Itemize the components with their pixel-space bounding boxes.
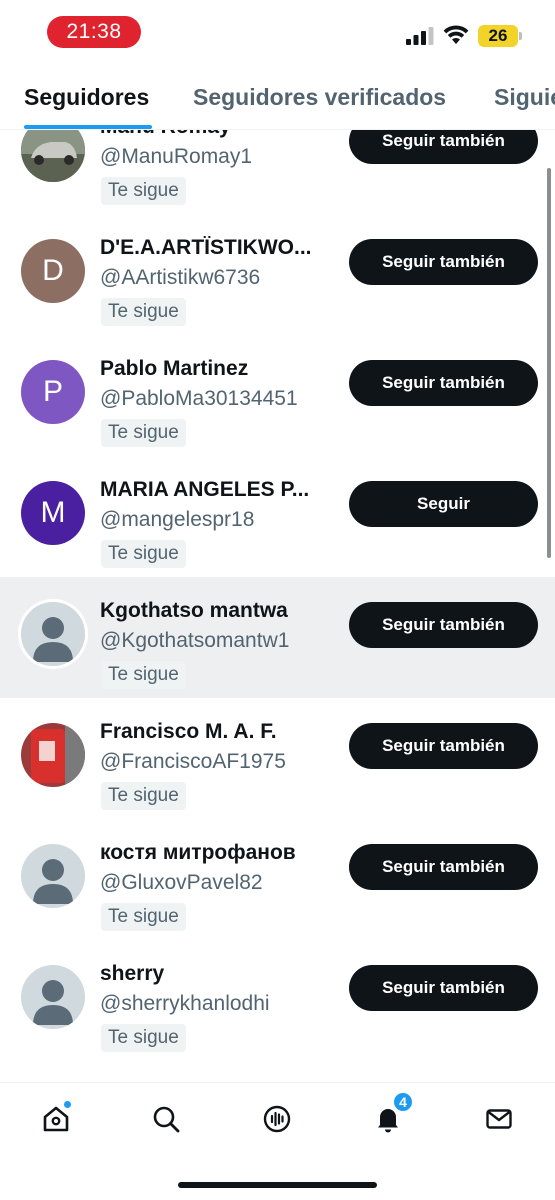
followers-tabs: Seguidores Seguidores verificados Siguie <box>0 66 555 130</box>
avatar-letter: M <box>40 496 66 529</box>
avatar-letter: P <box>42 375 63 408</box>
list-item[interactable]: D D'E.A.ARTÏSTIKWO... @AArtistikw6736 Te… <box>0 224 555 345</box>
follow-back-button[interactable]: Seguir también <box>349 239 538 285</box>
scrollbar[interactable] <box>547 168 551 558</box>
avatar[interactable] <box>21 130 85 182</box>
follower-name[interactable]: sherry <box>100 962 340 986</box>
follower-handle: @mangelespr18 <box>100 508 255 531</box>
follow-back-button[interactable]: Seguir también <box>349 360 538 406</box>
photo-red-icon <box>21 723 85 787</box>
follower-handle: @ManuRomay1 <box>100 145 253 168</box>
messages-icon <box>486 1109 512 1129</box>
follower-handle: @Kgothatsomantw1 <box>100 629 290 652</box>
avatar[interactable]: P <box>21 360 85 424</box>
spaces-icon <box>263 1105 291 1133</box>
follow-back-button[interactable]: Seguir también <box>349 602 538 648</box>
default-avatar-icon <box>21 602 85 666</box>
default-avatar-icon <box>21 844 85 908</box>
follower-handle: @GluxovPavel82 <box>100 871 263 894</box>
followers-list[interactable]: Manu Romay @ManuRomay1 Te sigue Seguir t… <box>0 130 555 1082</box>
follower-handle: @FranciscoAF1975 <box>100 750 286 773</box>
avatar[interactable] <box>21 723 85 787</box>
follows-you-badge: Te sigue <box>101 177 186 205</box>
battery-indicator: 26 <box>478 25 522 47</box>
tab-siguiendo[interactable]: Siguie <box>494 84 555 111</box>
follower-handle: @sherrykhanlodhi <box>100 992 270 1015</box>
follower-name[interactable]: Pablo Martinez <box>100 357 340 381</box>
avatar[interactable]: D <box>21 239 85 303</box>
avatar[interactable] <box>21 965 85 1029</box>
follower-name[interactable]: Francisco M. A. F. <box>100 720 340 744</box>
list-item-highlighted[interactable]: Kgothatso mantwa @Kgothatsomantw1 Te sig… <box>0 577 555 698</box>
tab-seguidores-verificados[interactable]: Seguidores verificados <box>193 84 446 111</box>
nav-messages[interactable] <box>481 1101 517 1137</box>
follows-you-badge: Te sigue <box>101 661 186 689</box>
follow-back-button[interactable]: Seguir también <box>349 723 538 769</box>
follower-handle: @PabloMa30134451 <box>100 387 298 410</box>
list-item[interactable]: Francisco M. A. F. @FranciscoAF1975 Te s… <box>0 708 555 829</box>
follows-you-badge: Te sigue <box>101 419 186 447</box>
follower-name[interactable]: D'E.A.ARTÏSTIKWO... <box>100 236 340 260</box>
nav-search[interactable] <box>148 1101 184 1137</box>
nav-home[interactable] <box>38 1100 74 1137</box>
list-item[interactable]: P Pablo Martinez @PabloMa30134451 Te sig… <box>0 345 555 466</box>
avatar-letter: D <box>42 254 64 287</box>
list-item[interactable]: M MARIA ANGELES P... @mangelespr18 Te si… <box>0 466 555 587</box>
follows-you-badge: Te sigue <box>101 903 186 931</box>
follower-name[interactable]: костя митрофанов <box>100 841 340 865</box>
nav-spaces[interactable] <box>259 1101 295 1137</box>
wifi-icon <box>443 25 469 44</box>
active-tab-indicator <box>24 125 152 129</box>
list-item[interactable]: Manu Romay @ManuRomay1 Te sigue Seguir t… <box>0 130 555 224</box>
follower-handle: @AArtistikw6736 <box>100 266 261 289</box>
tab-seguidores[interactable]: Seguidores <box>24 84 149 111</box>
follower-name[interactable]: Kgothatso mantwa <box>100 599 340 623</box>
search-icon <box>153 1106 180 1133</box>
follow-back-button[interactable]: Seguir también <box>349 130 538 164</box>
list-item[interactable]: костя митрофанов @GluxovPavel82 Te sigue… <box>0 829 555 950</box>
follows-you-badge: Te sigue <box>101 298 186 326</box>
follower-name[interactable]: MARIA ANGELES P... <box>100 478 340 502</box>
status-bar: 21:38 26 <box>0 0 555 66</box>
list-item[interactable]: sherry @sherrykhanlodhi Te sigue Seguir … <box>0 950 555 1071</box>
follows-you-badge: Te sigue <box>101 782 186 810</box>
follows-you-badge: Te sigue <box>101 540 186 568</box>
follows-you-badge: Te sigue <box>101 1024 186 1052</box>
cellular-signal-icon <box>406 27 434 45</box>
notifications-count-badge: 4 <box>392 1091 414 1113</box>
default-avatar-icon <box>21 965 85 1029</box>
avatar[interactable]: M <box>21 481 85 545</box>
follow-button[interactable]: Seguir <box>349 481 538 527</box>
nav-notifications[interactable]: 4 <box>370 1091 414 1137</box>
avatar[interactable] <box>21 844 85 908</box>
home-unread-dot <box>63 1100 72 1109</box>
photo-car-icon <box>21 130 85 182</box>
avatar[interactable] <box>21 602 85 666</box>
follow-back-button[interactable]: Seguir también <box>349 844 538 890</box>
home-indicator <box>178 1182 377 1188</box>
follow-back-button[interactable]: Seguir también <box>349 965 538 1011</box>
status-time: 21:38 <box>47 16 141 48</box>
follower-name[interactable]: Manu Romay <box>100 130 340 139</box>
